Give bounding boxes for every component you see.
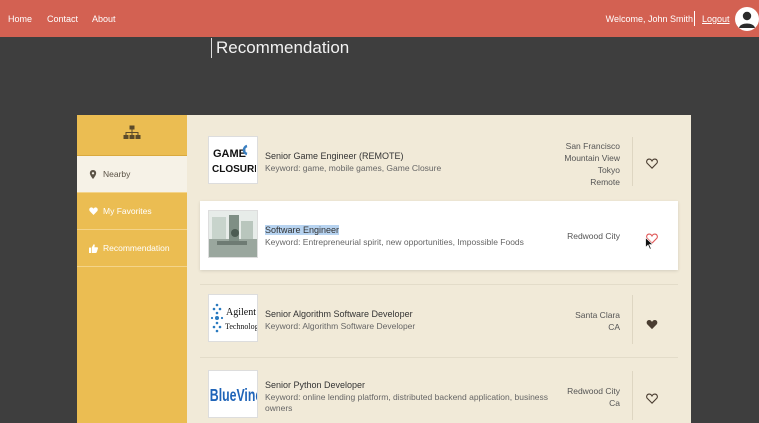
location-line: Mountain View [564, 153, 620, 163]
location-line: Santa Clara [575, 310, 620, 320]
location-line: Tokyo [597, 165, 620, 175]
company-logo: BlueVine [208, 370, 258, 418]
job-row[interactable]: Agilent Technologies Senior Algorithm So… [200, 285, 678, 354]
svg-text:Technologies: Technologies [225, 322, 257, 331]
sidebar-item-label: Recommendation [103, 243, 170, 253]
job-location: Redwood City Ca [567, 385, 620, 409]
main-panel: Nearby My Favorites Recommendation GAME … [77, 115, 691, 423]
thumbs-up-icon [89, 243, 103, 253]
favorite-heart-icon[interactable] [646, 156, 658, 169]
svg-text:CLOSURE: CLOSURE [212, 164, 256, 175]
row-divider [632, 371, 633, 420]
job-keywords: Keyword: online lending platform, distri… [265, 392, 549, 413]
heart-icon [89, 207, 103, 215]
sidebar-item-nearby[interactable]: Nearby [77, 156, 187, 193]
nav-contact-link[interactable]: Contact [47, 14, 78, 24]
job-title[interactable]: Senior Python Developer [265, 380, 365, 390]
favorite-heart-icon[interactable] [646, 391, 658, 404]
user-avatar-icon[interactable] [735, 7, 759, 31]
job-title[interactable]: Senior Game Engineer (REMOTE) [265, 151, 404, 161]
location-line: Ca [609, 398, 620, 408]
sidebar-item-recommendation[interactable]: Recommendation [77, 230, 187, 267]
sitemap-icon [123, 125, 141, 146]
company-logo [208, 210, 258, 258]
logout-link[interactable]: Logout [702, 14, 730, 24]
location-line: San Francisco [565, 141, 620, 151]
sidebar-header [77, 115, 187, 156]
job-location: Redwood City [567, 230, 620, 242]
nav-divider [694, 11, 695, 26]
sidebar-item-label: Nearby [103, 169, 131, 179]
job-title[interactable]: Senior Algorithm Software Developer [265, 309, 413, 319]
row-separator [200, 357, 678, 358]
favorite-heart-filled-icon[interactable] [646, 317, 658, 330]
job-location: Santa Clara CA [575, 309, 620, 333]
sidebar: Nearby My Favorites Recommendation [77, 115, 187, 423]
company-logo: GAME CLOSURE [208, 136, 258, 184]
job-keywords: Keyword: Algorithm Software Developer [265, 321, 416, 331]
row-divider [632, 295, 633, 344]
sidebar-item-label: My Favorites [103, 206, 152, 216]
location-line: CA [608, 322, 620, 332]
job-keywords: Keyword: Entrepreneurial spirit, new opp… [265, 237, 524, 247]
nav-home-link[interactable]: Home [8, 14, 32, 24]
svg-text:GAME: GAME [213, 148, 246, 160]
page-title: Recommendation [211, 38, 349, 58]
nav-about-link[interactable]: About [92, 14, 116, 24]
svg-text:BlueVine: BlueVine [210, 386, 257, 406]
mouse-cursor-icon [645, 236, 655, 255]
row-divider [632, 137, 633, 186]
welcome-text: Welcome, John Smith [605, 14, 693, 24]
job-row[interactable]: Software Engineer Keyword: Entrepreneuri… [200, 201, 678, 270]
job-title[interactable]: Software Engineer [265, 225, 340, 235]
location-line: Redwood City [567, 386, 620, 396]
map-pin-icon [89, 169, 103, 179]
job-row[interactable]: BlueVine Senior Python Developer Keyword… [200, 361, 678, 423]
job-row[interactable]: GAME CLOSURE Senior Game Engineer (REMOT… [200, 127, 678, 196]
sidebar-item-favorites[interactable]: My Favorites [77, 193, 187, 230]
company-logo: Agilent Technologies [208, 294, 258, 342]
top-nav-bar: Home Contact About Welcome, John Smith L… [0, 0, 759, 37]
job-location: San Francisco Mountain View Tokyo Remote [564, 140, 620, 188]
job-keywords: Keyword: game, mobile games, Game Closur… [265, 163, 442, 173]
location-line: Remote [590, 177, 620, 187]
svg-text:Agilent: Agilent [226, 307, 256, 318]
location-line: Redwood City [567, 231, 620, 241]
